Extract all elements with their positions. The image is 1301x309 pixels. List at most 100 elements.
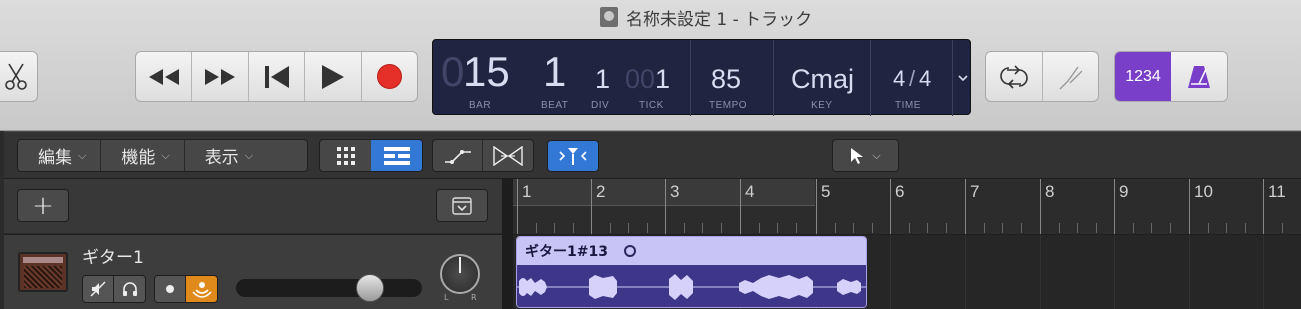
lcd-key[interactable]: Cmaj KEY [777, 40, 867, 116]
menu-functions[interactable]: 機能 ⌵ [101, 140, 185, 171]
speaker-muted-icon [90, 281, 106, 297]
lcd-time-label: TIME [895, 100, 921, 111]
volume-slider[interactable] [236, 274, 422, 302]
ruler-bar-label: 6 [895, 182, 905, 201]
lcd-menu-button[interactable] [952, 40, 972, 116]
record-dot-icon [166, 285, 174, 293]
metronome-icon [1188, 65, 1210, 88]
add-track-button[interactable]: + [17, 189, 69, 222]
menu-functions-label: 機能 [121, 148, 156, 168]
lcd-div[interactable]: 1 DIV [585, 40, 619, 116]
lcd-tempo-value: 85 [711, 64, 742, 94]
record-button[interactable] [362, 52, 417, 101]
menu-view[interactable]: 表示 ⌵ [185, 140, 267, 171]
flex-button[interactable] [483, 140, 533, 171]
grid-view-button[interactable] [320, 140, 371, 171]
chevron-down-icon: ⌵ [872, 148, 881, 162]
solo-button[interactable] [114, 276, 145, 302]
cycle-tuner-group [985, 51, 1099, 102]
ruler-beat-tick [1151, 223, 1153, 233]
lcd-bar-leading-zero: 0 [441, 48, 465, 95]
cycle-button[interactable] [986, 52, 1043, 101]
tracks-area[interactable]: ギター1#13 [513, 234, 1301, 309]
region-waveform [517, 265, 866, 307]
go-to-beginning-button[interactable] [249, 52, 306, 101]
fast-forward-button[interactable] [192, 52, 249, 101]
menu-edit-label: 編集 [38, 148, 72, 168]
control-bar: 名称未設定 1 - トラック 0 15 BAR 1 BEAT 1 DIV 00 … [0, 0, 1301, 131]
rewind-button[interactable] [136, 52, 193, 101]
pane-divider[interactable] [502, 178, 513, 309]
lcd-tick[interactable]: 00 1 TICK [625, 40, 685, 116]
ruler-beat-tick [572, 223, 574, 233]
ruler-beat-tick [834, 223, 836, 233]
count-in-label: 1234 [1125, 67, 1161, 85]
view-mode-group [319, 139, 423, 172]
input-monitoring-button[interactable] [186, 276, 217, 302]
ruler-bar-label: 11 [1268, 182, 1286, 201]
count-in-button[interactable]: 1234 [1115, 52, 1171, 101]
ruler-beat-tick [983, 223, 985, 233]
lcd-div-label: DIV [591, 100, 610, 111]
record-enable-button[interactable] [155, 276, 186, 302]
audio-region[interactable]: ギター1#13 [516, 236, 867, 308]
mute-solo-group [82, 275, 146, 303]
track-buttons [82, 275, 218, 303]
automation-button[interactable] [433, 140, 484, 171]
ruler-beat-tick [1058, 223, 1060, 233]
pan-knob[interactable] [440, 254, 480, 294]
lcd-beat[interactable]: 1 BEAT [537, 40, 577, 116]
scissors-button[interactable] [0, 51, 38, 102]
ruler-bar-9: 9 [1114, 179, 1128, 235]
region-name: ギター1#13 [525, 244, 608, 260]
lcd-display[interactable]: 0 15 BAR 1 BEAT 1 DIV 00 1 TICK 85 TEMPO… [432, 39, 972, 116]
track-name[interactable]: ギター1 [82, 243, 144, 268]
pointer-tool-menu[interactable]: ⌵ [832, 139, 899, 172]
lcd-time-signature[interactable]: 4 / 4 TIME [873, 40, 951, 116]
list-view-button[interactable] [371, 140, 422, 171]
track-header[interactable]: ギター1 L R [4, 234, 502, 309]
tracks-toolbar: 編集 ⌵ 機能 ⌵ 表示 ⌵ ⌵ [4, 131, 1301, 178]
metronome-button[interactable] [1171, 52, 1227, 101]
ruler-bar-8: 8 [1040, 179, 1054, 235]
catch-playhead-button[interactable] [547, 140, 599, 172]
automation-flex-group [432, 139, 534, 172]
lcd-key-value: Cmaj [791, 64, 855, 94]
headphones-icon [122, 282, 137, 296]
ruler-beat-tick [1244, 223, 1246, 233]
ruler-bar-label: 4 [745, 182, 755, 201]
menu-view-label: 表示 [204, 148, 239, 168]
tuner-button[interactable] [1043, 52, 1099, 101]
menu-edit[interactable]: 編集 ⌵ [18, 140, 102, 171]
scissors-icon [5, 63, 27, 90]
list-editors-icon [383, 146, 410, 165]
chevron-down-icon: ⌵ [78, 148, 87, 162]
ruler-bar-label: 7 [970, 182, 980, 201]
volume-slider-knob[interactable] [356, 274, 384, 302]
region-header: ギター1#13 [517, 237, 866, 265]
global-tracks-button[interactable] [436, 189, 488, 222]
catch-playhead-icon [559, 148, 587, 165]
lcd-tempo-label: TEMPO [709, 100, 748, 111]
chevron-down-icon [957, 75, 968, 81]
lcd-bar-label: BAR [469, 100, 492, 111]
play-button[interactable] [305, 52, 362, 101]
lcd-beat-label: BEAT [541, 100, 569, 111]
ruler-beat-tick [1002, 223, 1004, 233]
cycle-area[interactable] [513, 179, 815, 206]
lcd-tempo[interactable]: 85 TEMPO [695, 40, 770, 116]
mute-button[interactable] [83, 276, 114, 302]
lcd-tick-label: TICK [639, 100, 664, 111]
lcd-bar[interactable]: 0 15 BAR [441, 40, 526, 116]
grid-line [1263, 235, 1264, 309]
lcd-beat-value: 1 [543, 48, 567, 95]
pointer-arrow-icon [851, 147, 864, 164]
lcd-bar-value: 15 [463, 48, 510, 95]
ruler-beat-tick [535, 223, 537, 233]
grid-line [890, 235, 891, 309]
bar-ruler[interactable]: 1 2 3 4 5 6 7 8 9 10 11 [513, 178, 1301, 235]
ruler-beat-tick [1095, 223, 1097, 233]
ruler-bar-label: 1 [522, 182, 532, 201]
transport-controls [135, 51, 418, 102]
lcd-separator [870, 40, 871, 116]
